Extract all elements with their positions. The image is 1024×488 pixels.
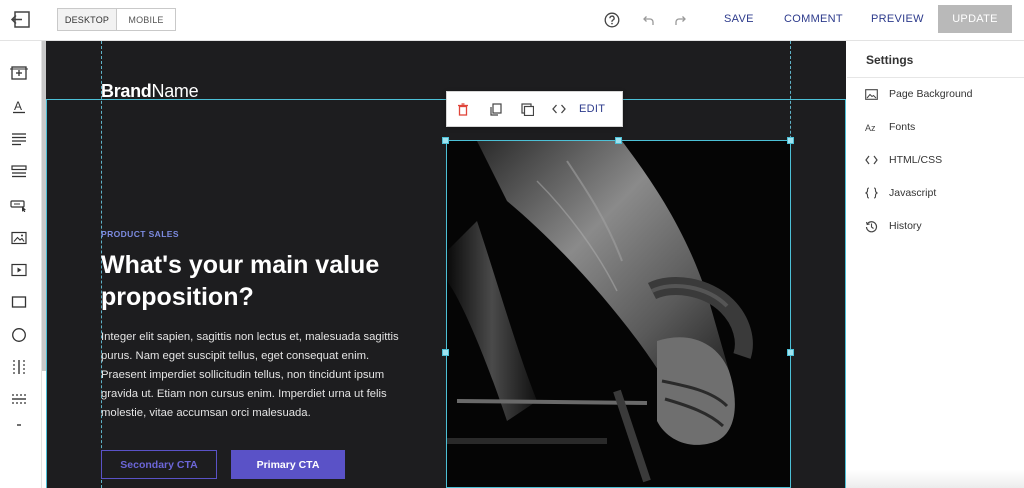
exit-icon[interactable]: [10, 10, 32, 30]
settings-item-fonts[interactable]: Az Fonts: [865, 117, 915, 137]
image-icon: [865, 88, 889, 100]
preview-button[interactable]: PREVIEW: [871, 13, 924, 25]
eyebrow-text[interactable]: PRODUCT SALES: [101, 229, 179, 239]
desktop-toggle-button[interactable]: DESKTOP: [58, 9, 117, 30]
settings-item-label: Page Background: [889, 88, 973, 100]
headline[interactable]: What's your main value proposition?: [101, 249, 401, 313]
list-icon[interactable]: [9, 163, 29, 181]
settings-item-label: HTML/CSS: [889, 154, 943, 166]
paragraph-icon[interactable]: [9, 130, 29, 148]
settings-item-javascript[interactable]: Javascript: [865, 183, 936, 203]
update-button[interactable]: UPDATE: [938, 5, 1012, 33]
video-element-icon[interactable]: [9, 261, 29, 279]
settings-title: Settings: [866, 53, 914, 67]
rectangle-shape-icon[interactable]: [9, 293, 29, 311]
spacer-icon[interactable]: [9, 416, 29, 434]
divider: [847, 77, 1024, 78]
copy-icon[interactable]: [479, 91, 511, 127]
trash-icon[interactable]: [447, 91, 479, 127]
comment-button[interactable]: COMMENT: [784, 13, 843, 25]
settings-item-label: History: [889, 220, 922, 232]
primary-cta-button[interactable]: Primary CTA: [231, 450, 345, 479]
resize-handle[interactable]: [442, 349, 449, 356]
settings-item-label: Javascript: [889, 187, 937, 199]
settings-item-history[interactable]: History: [865, 216, 922, 236]
button-element-icon[interactable]: [9, 196, 29, 214]
help-icon[interactable]: [601, 9, 623, 31]
braces-icon: [865, 187, 889, 199]
save-button[interactable]: SAVE: [724, 13, 754, 25]
row-divider-icon[interactable]: [9, 390, 29, 408]
resize-handle[interactable]: [787, 349, 794, 356]
secondary-cta-button[interactable]: Secondary CTA: [101, 450, 217, 479]
add-section-icon[interactable]: [9, 64, 29, 82]
circle-shape-icon[interactable]: [9, 326, 29, 344]
resize-handle[interactable]: [615, 137, 622, 144]
settings-panel: Settings Page Background Az Fonts HTML/C…: [847, 41, 1024, 488]
resize-handle[interactable]: [442, 137, 449, 144]
hero-image[interactable]: [446, 140, 791, 488]
mobile-toggle-button[interactable]: MOBILE: [117, 9, 175, 30]
history-icon: [865, 220, 889, 233]
column-divider-icon[interactable]: [9, 358, 29, 376]
svg-text:A: A: [14, 99, 22, 113]
device-toggle: DESKTOP MOBILE: [57, 8, 176, 31]
top-toolbar: DESKTOP MOBILE SAVE COMMENT PREVIEW UPDA…: [0, 0, 1024, 41]
fonts-icon: Az: [865, 122, 889, 133]
svg-text:Az: Az: [865, 123, 876, 133]
edit-button[interactable]: EDIT: [579, 103, 605, 115]
code-icon[interactable]: [543, 91, 575, 127]
page-canvas: BrandName PRODUCT SALES What's your main…: [46, 41, 846, 488]
image-element-icon[interactable]: [9, 229, 29, 247]
body-text[interactable]: Integer elit sapien, sagittis non lectus…: [101, 328, 411, 423]
cyclist-photo-icon: [447, 141, 790, 487]
duplicate-icon[interactable]: [511, 91, 543, 127]
undo-icon[interactable]: [637, 9, 659, 31]
code-icon: [865, 155, 889, 165]
resize-handle[interactable]: [787, 137, 794, 144]
settings-item-html-css[interactable]: HTML/CSS: [865, 150, 942, 170]
settings-item-label: Fonts: [889, 121, 916, 133]
settings-item-page-background[interactable]: Page Background: [865, 84, 972, 104]
redo-icon[interactable]: [670, 9, 692, 31]
panel-footer: [846, 470, 1024, 488]
element-toolbar: A: [0, 41, 42, 488]
text-icon[interactable]: A: [9, 97, 29, 115]
element-action-toolbar: EDIT: [446, 91, 623, 127]
